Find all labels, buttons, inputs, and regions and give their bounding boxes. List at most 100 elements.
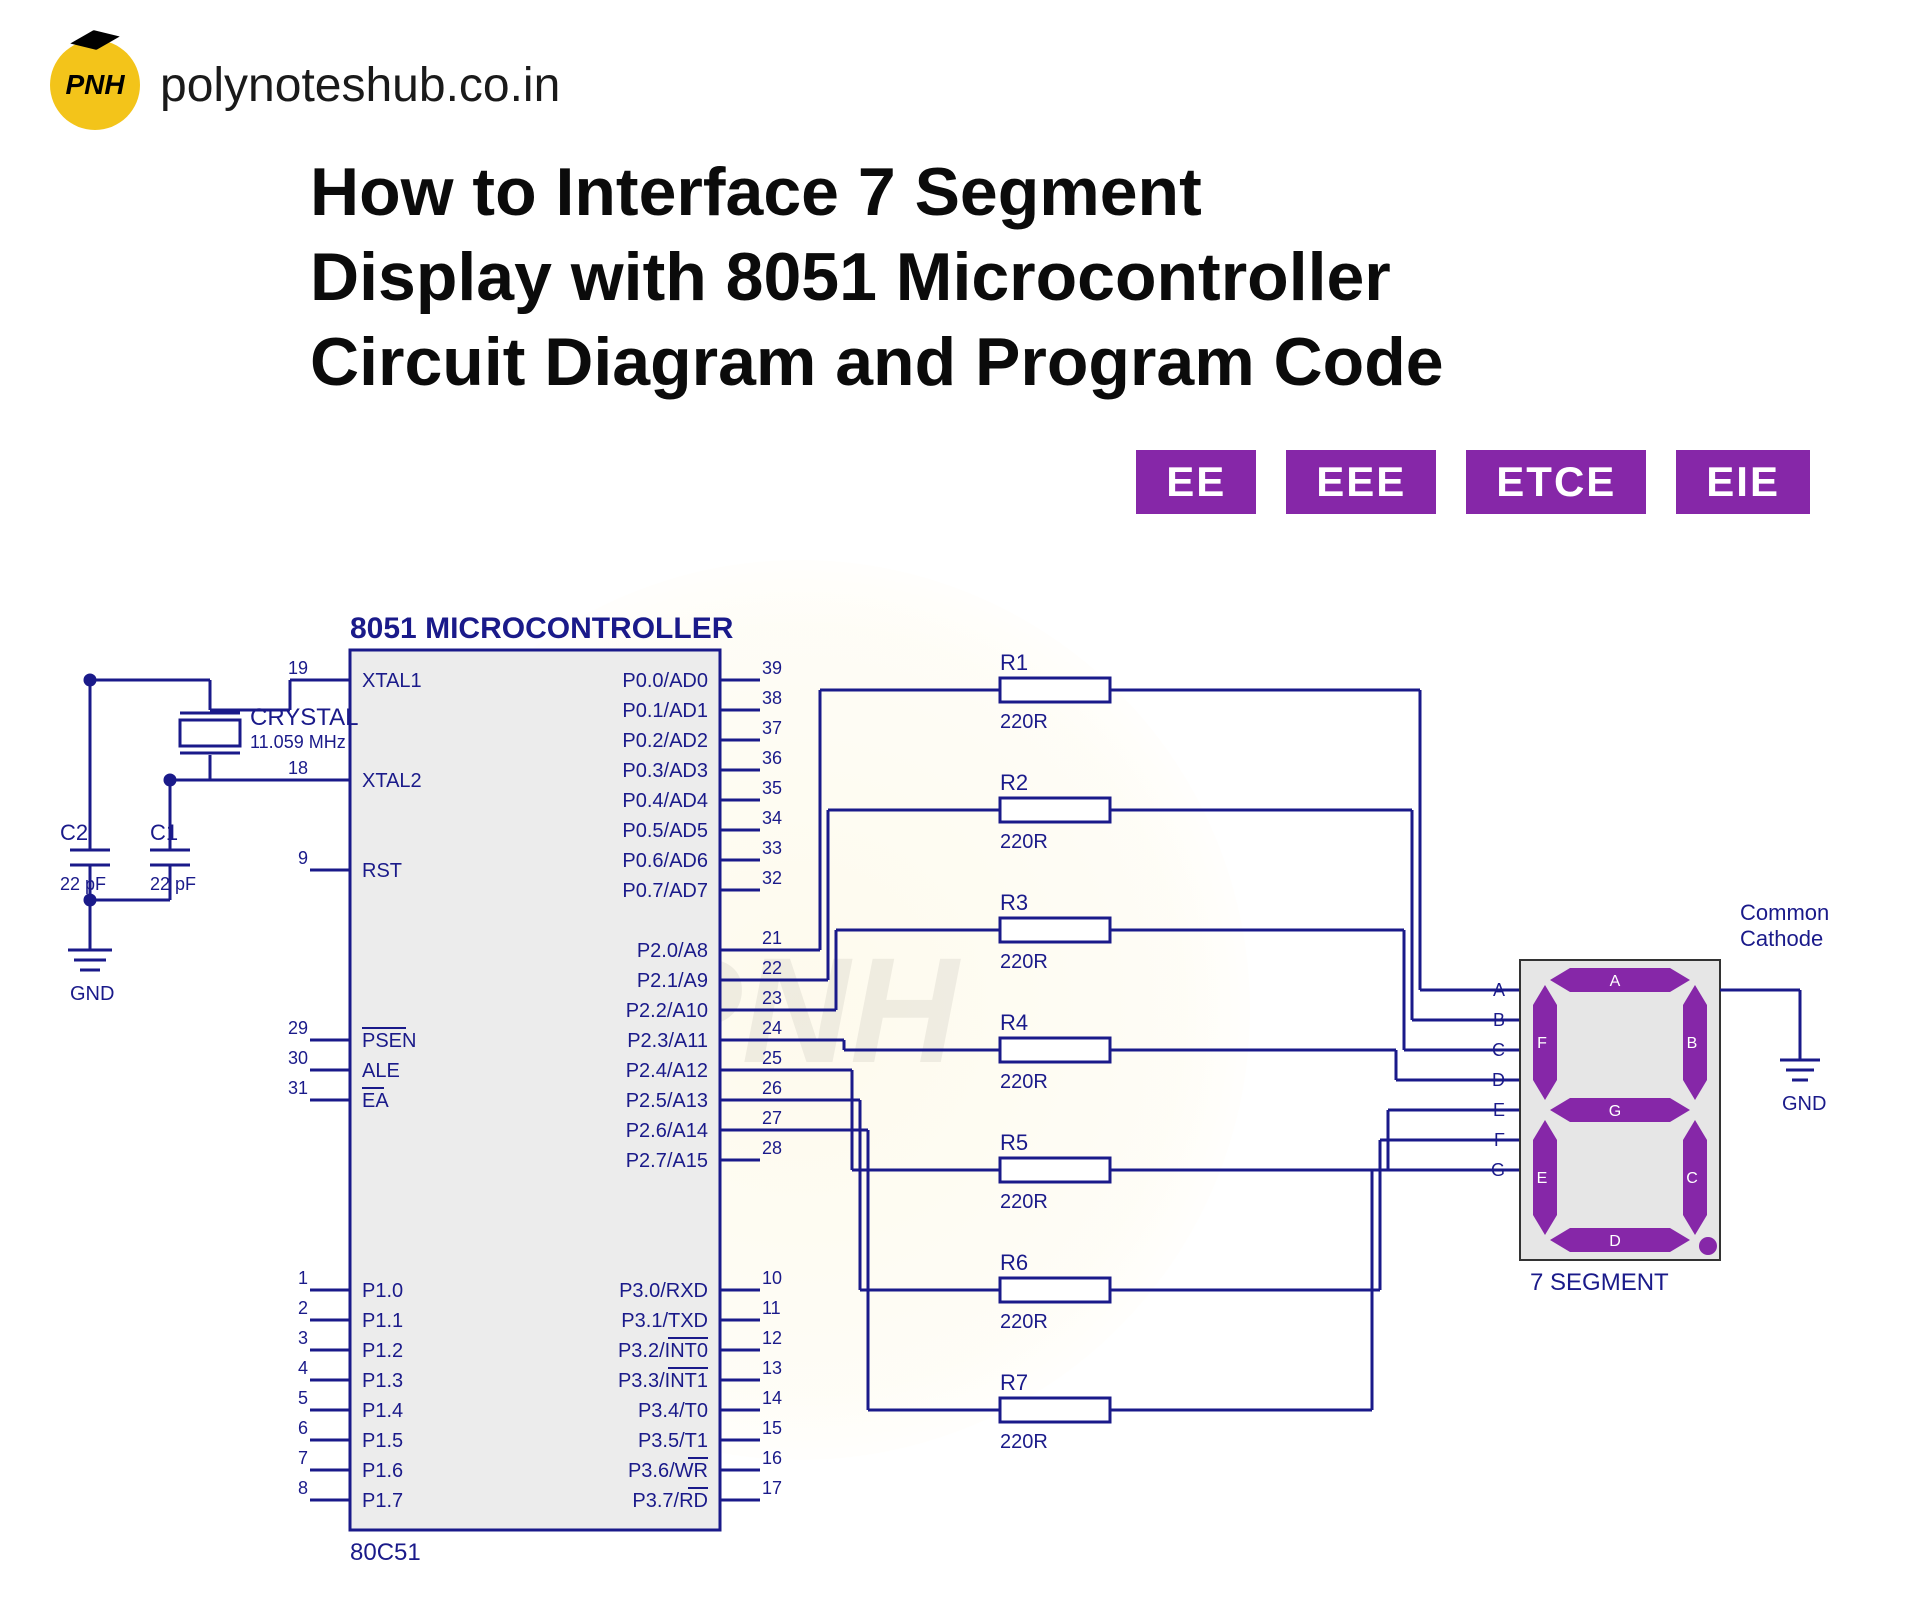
circuit-diagram: 8051 MICROCONTROLLER 80C51 19XTAL118XTAL… bbox=[40, 590, 1880, 1590]
gnd-left: GND bbox=[70, 983, 114, 1005]
svg-text:P0.0/AD0: P0.0/AD0 bbox=[622, 670, 708, 692]
svg-text:P0.5/AD5: P0.5/AD5 bbox=[622, 820, 708, 842]
svg-text:7: 7 bbox=[298, 1448, 308, 1468]
svg-text:25: 25 bbox=[762, 1048, 782, 1068]
svg-text:220R: 220R bbox=[1000, 951, 1048, 973]
svg-text:30: 30 bbox=[288, 1048, 308, 1068]
svg-text:24: 24 bbox=[762, 1018, 782, 1038]
svg-text:15: 15 bbox=[762, 1418, 782, 1438]
common-cathode-2: Cathode bbox=[1740, 926, 1823, 951]
svg-text:39: 39 bbox=[762, 658, 782, 678]
svg-text:R6: R6 bbox=[1000, 1250, 1028, 1275]
svg-text:P1.2: P1.2 bbox=[362, 1340, 403, 1362]
svg-text:P2.5/A13: P2.5/A13 bbox=[626, 1090, 708, 1112]
svg-text:26: 26 bbox=[762, 1078, 782, 1098]
svg-text:21: 21 bbox=[762, 928, 782, 948]
svg-text:R2: R2 bbox=[1000, 770, 1028, 795]
svg-text:23: 23 bbox=[762, 988, 782, 1008]
svg-text:P2.2/A10: P2.2/A10 bbox=[626, 1000, 708, 1022]
svg-text:18: 18 bbox=[288, 758, 308, 778]
svg-text:P0.6/AD6: P0.6/AD6 bbox=[622, 850, 708, 872]
tag-eee: EEE bbox=[1286, 450, 1436, 514]
svg-text:D: D bbox=[1492, 1070, 1505, 1090]
svg-text:22: 22 bbox=[762, 958, 782, 978]
cap-icon bbox=[69, 27, 121, 54]
svg-text:6: 6 bbox=[298, 1418, 308, 1438]
logo-text: PNH bbox=[65, 69, 124, 101]
svg-text:16: 16 bbox=[762, 1448, 782, 1468]
svg-text:EA: EA bbox=[362, 1090, 389, 1112]
logo-badge: PNH bbox=[50, 40, 140, 130]
svg-text:37: 37 bbox=[762, 718, 782, 738]
svg-text:220R: 220R bbox=[1000, 1071, 1048, 1093]
c2-value: 22 pF bbox=[60, 874, 106, 894]
svg-text:P2.7/A15: P2.7/A15 bbox=[626, 1150, 708, 1172]
svg-text:R7: R7 bbox=[1000, 1370, 1028, 1395]
svg-text:P3.5/T1: P3.5/T1 bbox=[638, 1430, 708, 1452]
page-title: How to Interface 7 Segment Display with … bbox=[310, 150, 1810, 405]
svg-text:27: 27 bbox=[762, 1108, 782, 1128]
svg-text:A: A bbox=[1493, 980, 1505, 1000]
svg-text:P3.4/T0: P3.4/T0 bbox=[638, 1400, 708, 1422]
svg-text:P3.7/RD: P3.7/RD bbox=[632, 1490, 708, 1512]
gnd-right: GND bbox=[1782, 1093, 1826, 1115]
svg-text:F: F bbox=[1537, 1035, 1547, 1052]
svg-text:P2.0/A8: P2.0/A8 bbox=[637, 940, 708, 962]
cathode-gnd bbox=[1720, 990, 1820, 1080]
c1-name: C1 bbox=[150, 820, 178, 845]
svg-text:10: 10 bbox=[762, 1268, 782, 1288]
svg-text:32: 32 bbox=[762, 868, 782, 888]
svg-text:R5: R5 bbox=[1000, 1130, 1028, 1155]
crystal-freq: 11.059 MHz bbox=[250, 732, 346, 752]
svg-text:9: 9 bbox=[298, 848, 308, 868]
svg-text:P0.4/AD4: P0.4/AD4 bbox=[622, 790, 708, 812]
svg-text:220R: 220R bbox=[1000, 1191, 1048, 1213]
common-cathode-1: Common bbox=[1740, 900, 1829, 925]
svg-text:36: 36 bbox=[762, 748, 782, 768]
svg-text:P1.4: P1.4 bbox=[362, 1400, 403, 1422]
svg-text:P0.3/AD3: P0.3/AD3 bbox=[622, 760, 708, 782]
svg-text:220R: 220R bbox=[1000, 1311, 1048, 1333]
svg-text:E: E bbox=[1493, 1100, 1505, 1120]
svg-text:R3: R3 bbox=[1000, 890, 1028, 915]
svg-text:C: C bbox=[1492, 1040, 1505, 1060]
svg-text:R4: R4 bbox=[1000, 1010, 1028, 1035]
svg-text:P0.7/AD7: P0.7/AD7 bbox=[622, 880, 708, 902]
svg-text:220R: 220R bbox=[1000, 711, 1048, 733]
svg-text:R1: R1 bbox=[1000, 650, 1028, 675]
svg-text:12: 12 bbox=[762, 1328, 782, 1348]
svg-text:4: 4 bbox=[298, 1358, 308, 1378]
svg-text:28: 28 bbox=[762, 1138, 782, 1158]
svg-text:31: 31 bbox=[288, 1078, 308, 1098]
svg-text:C: C bbox=[1686, 1170, 1698, 1187]
svg-text:P0.1/AD1: P0.1/AD1 bbox=[622, 700, 708, 722]
seven-segment: A B C D E F G 7 SEGMENT bbox=[1520, 960, 1720, 1296]
svg-text:29: 29 bbox=[288, 1018, 308, 1038]
svg-text:220R: 220R bbox=[1000, 831, 1048, 853]
svg-text:P3.2/INT0: P3.2/INT0 bbox=[618, 1340, 708, 1362]
svg-text:P0.2/AD2: P0.2/AD2 bbox=[622, 730, 708, 752]
svg-text:P2.3/A11: P2.3/A11 bbox=[627, 1030, 708, 1052]
title-line-1: How to Interface 7 Segment bbox=[310, 150, 1810, 235]
svg-text:P1.1: P1.1 bbox=[362, 1310, 403, 1332]
svg-text:P2.1/A9: P2.1/A9 bbox=[637, 970, 708, 992]
svg-text:PSEN: PSEN bbox=[362, 1030, 416, 1052]
tag-ee: EE bbox=[1136, 450, 1256, 514]
svg-text:2: 2 bbox=[298, 1298, 308, 1318]
c1-value: 22 pF bbox=[150, 874, 196, 894]
svg-text:17: 17 bbox=[762, 1478, 782, 1498]
category-tags: EE EEE ETCE EIE bbox=[1136, 450, 1810, 514]
svg-text:RST: RST bbox=[362, 860, 402, 882]
mcu-part: 80C51 bbox=[350, 1539, 421, 1566]
svg-text:220R: 220R bbox=[1000, 1431, 1048, 1453]
brand-header: PNH polynoteshub.co.in bbox=[50, 40, 560, 130]
svg-text:G: G bbox=[1609, 1103, 1621, 1120]
svg-text:P1.6: P1.6 bbox=[362, 1460, 403, 1482]
svg-text:D: D bbox=[1609, 1233, 1621, 1250]
svg-text:P3.3/INT1: P3.3/INT1 bbox=[618, 1370, 708, 1392]
svg-text:E: E bbox=[1537, 1170, 1548, 1187]
svg-text:XTAL1: XTAL1 bbox=[362, 670, 422, 692]
svg-text:34: 34 bbox=[762, 808, 782, 828]
svg-text:5: 5 bbox=[298, 1388, 308, 1408]
svg-text:G: G bbox=[1491, 1160, 1505, 1180]
